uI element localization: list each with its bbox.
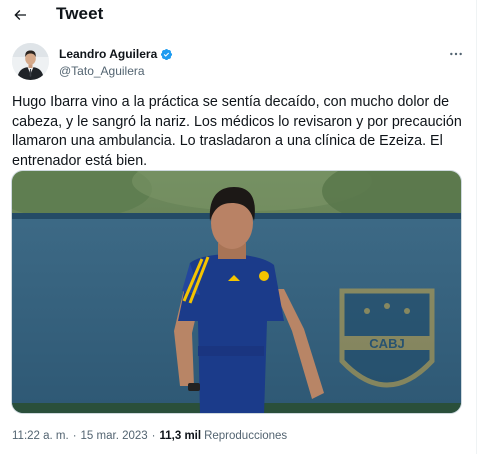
- badge-text: CABJ: [369, 336, 404, 351]
- avatar[interactable]: [12, 43, 49, 80]
- tweet-meta: 11:22 a. m. · 15 mar. 2023 · 11,3 mil Re…: [12, 430, 287, 442]
- tweet-photo[interactable]: CABJ: [11, 170, 462, 414]
- page-header: Tweet: [0, 0, 477, 30]
- tweet-author: Leandro Aguilera @Tato_Aguilera: [12, 43, 467, 83]
- tweet-time[interactable]: 11:22 a. m.: [12, 430, 69, 442]
- tweet-date[interactable]: 15 mar. 2023: [81, 430, 148, 442]
- more-horizontal-icon: [450, 52, 462, 56]
- author-handle[interactable]: @Tato_Aguilera: [59, 64, 145, 78]
- author-name-row: Leandro Aguilera: [59, 47, 173, 61]
- views-label: Reproducciones: [204, 430, 288, 442]
- views-count: 11,3 mil: [159, 430, 202, 442]
- meta-separator: ·: [72, 430, 77, 442]
- tweet-text: Hugo Ibarra vino a la práctica se sentía…: [12, 94, 466, 169]
- page-title: Tweet: [56, 4, 104, 23]
- meta-separator: ·: [151, 430, 156, 442]
- tweet-detail-panel: Tweet Leandro Aguilera @Tato_Aguilera Hu…: [0, 0, 477, 454]
- author-display-name[interactable]: Leandro Aguilera: [59, 47, 157, 61]
- verified-badge-icon: [161, 48, 173, 60]
- more-options-button[interactable]: [447, 45, 465, 63]
- cabj-badge-graphic: CABJ: [339, 288, 435, 388]
- back-button[interactable]: [9, 4, 31, 26]
- arrow-left-icon: [14, 10, 26, 20]
